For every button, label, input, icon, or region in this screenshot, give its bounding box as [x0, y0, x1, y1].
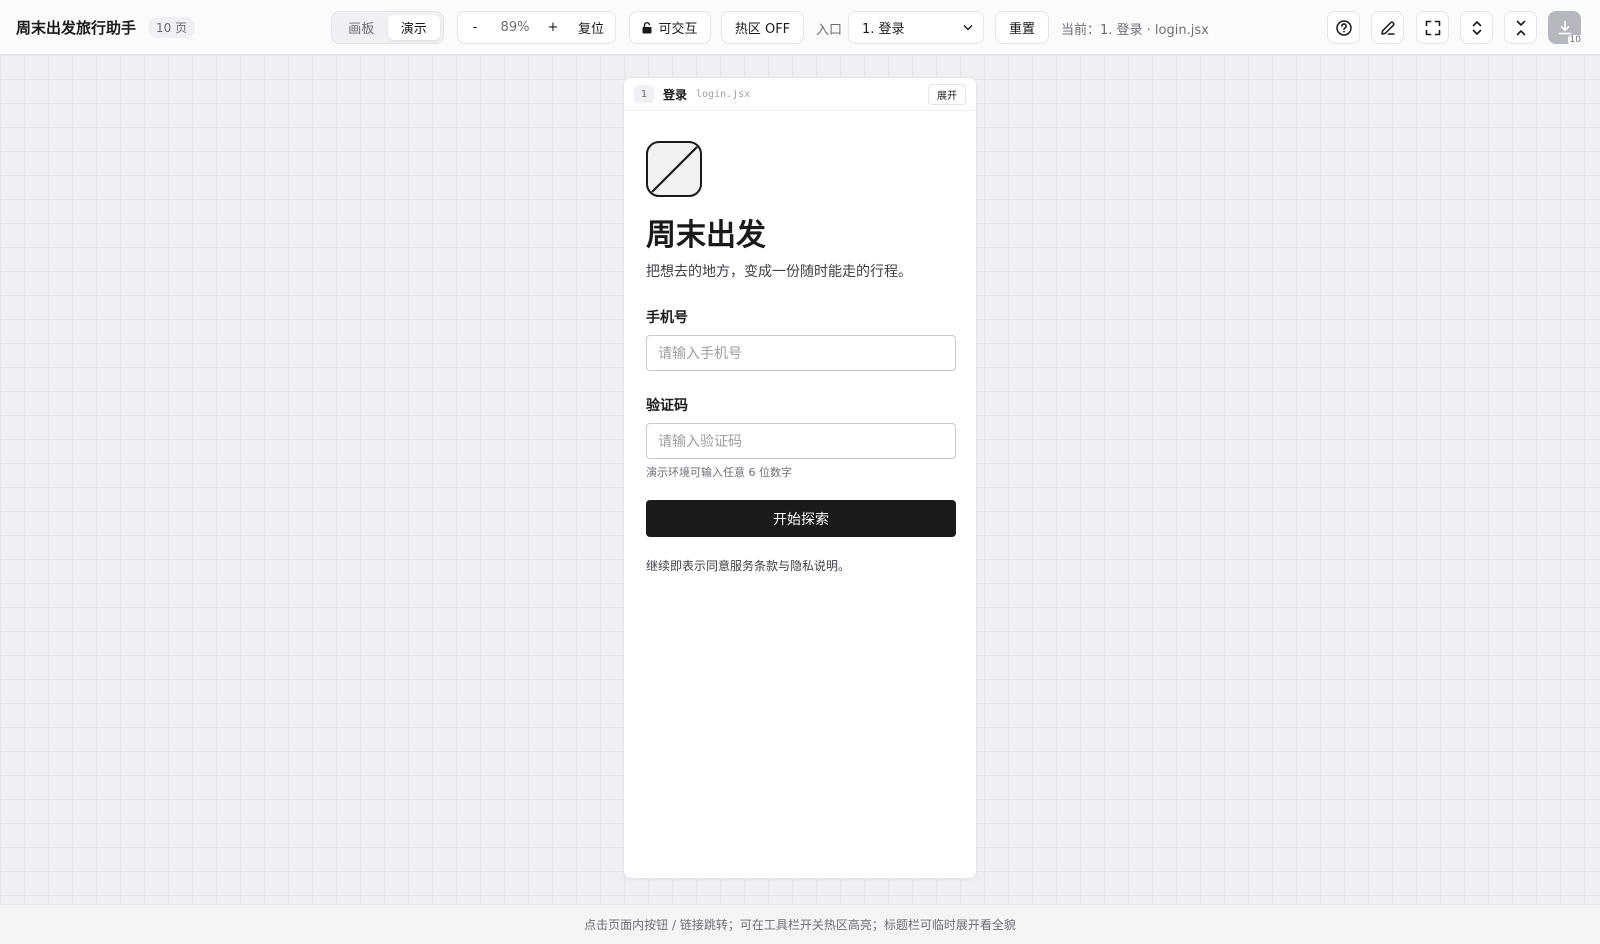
- interactive-toggle-button[interactable]: 可交互: [629, 11, 711, 44]
- frame-number: 1: [634, 85, 654, 103]
- current-page-path: 当前：1. 登录 · login.jsx: [1061, 23, 1209, 38]
- logo-placeholder-icon: [646, 141, 702, 197]
- code-hint: 演示环境可输入任意 6 位数字: [646, 466, 792, 479]
- zoom-control: - 89% + 复位: [457, 11, 616, 44]
- chevron-down-icon: [963, 25, 973, 31]
- app-title: 周末出发旅行助手: [16, 18, 137, 37]
- hotspot-toggle-button[interactable]: 热区 OFF: [721, 11, 804, 44]
- expand-all-button[interactable]: [1460, 11, 1493, 44]
- edit-icon: [1380, 20, 1395, 35]
- frame-filename: login.jsx: [696, 88, 751, 100]
- footer-hint: 点击页面内按钮 / 链接跳转；可在工具栏开关热区高亮；标题栏可临时展开看全貌: [0, 904, 1600, 944]
- expand-vertical-icon: [1472, 20, 1481, 35]
- entry-label: 入口: [816, 23, 843, 38]
- mode-switch: 画板 演示: [331, 11, 444, 44]
- zoom-reset-button[interactable]: 复位: [568, 12, 614, 43]
- phone-label: 手机号: [646, 310, 688, 326]
- frame-name: 登录: [663, 87, 688, 102]
- terms-notice: 继续即表示同意服务条款与隐私说明。: [646, 559, 851, 573]
- tab-canvas[interactable]: 画板: [335, 15, 388, 40]
- login-screen: 周末出发 把想去的地方，变成一份随时能走的行程。 手机号 请输入手机号 验证码 …: [624, 111, 976, 575]
- expand-frame-button[interactable]: 展开: [928, 83, 966, 105]
- help-button[interactable]: [1327, 11, 1360, 44]
- collapse-all-button[interactable]: [1504, 11, 1537, 44]
- zoom-in-button[interactable]: +: [538, 12, 568, 43]
- download-button[interactable]: 10: [1548, 11, 1583, 45]
- start-explore-button[interactable]: 开始探索: [646, 500, 956, 537]
- login-subtitle: 把想去的地方，变成一份随时能走的行程。: [646, 264, 912, 280]
- verification-code-input[interactable]: 请输入验证码: [646, 423, 956, 459]
- reset-button[interactable]: 重置: [995, 11, 1049, 44]
- code-label: 验证码: [646, 398, 688, 414]
- zoom-level: 89%: [500, 20, 530, 35]
- download-count-badge: 10: [1567, 35, 1583, 45]
- fullscreen-icon: [1425, 20, 1440, 35]
- entry-select[interactable]: 1. 登录: [848, 11, 984, 44]
- frame-header: 1 登录 login.jsx 展开: [624, 78, 976, 111]
- collapse-vertical-icon: [1516, 20, 1525, 35]
- fullscreen-button[interactable]: [1416, 11, 1449, 44]
- edit-button[interactable]: [1371, 11, 1404, 44]
- entry-select-value: 1. 登录: [862, 22, 905, 37]
- download-icon: [1558, 20, 1571, 34]
- page-count-badge: 10 页: [148, 16, 196, 38]
- phone-input[interactable]: 请输入手机号: [646, 335, 956, 371]
- zoom-out-button[interactable]: -: [458, 12, 492, 43]
- help-icon: [1335, 19, 1352, 36]
- login-title: 周末出发: [646, 218, 766, 253]
- interactive-toggle-label: 可交互: [658, 22, 698, 37]
- page-frame-login: 1 登录 login.jsx 展开 周末出发 把想去的地方，变成一份随时能走的行…: [623, 77, 977, 879]
- top-toolbar: 周末出发旅行助手 10 页 画板 演示 - 89% + 复位 可交互 热区 OF…: [0, 0, 1600, 55]
- unlock-icon: [642, 21, 652, 33]
- tab-presentation[interactable]: 演示: [387, 15, 440, 40]
